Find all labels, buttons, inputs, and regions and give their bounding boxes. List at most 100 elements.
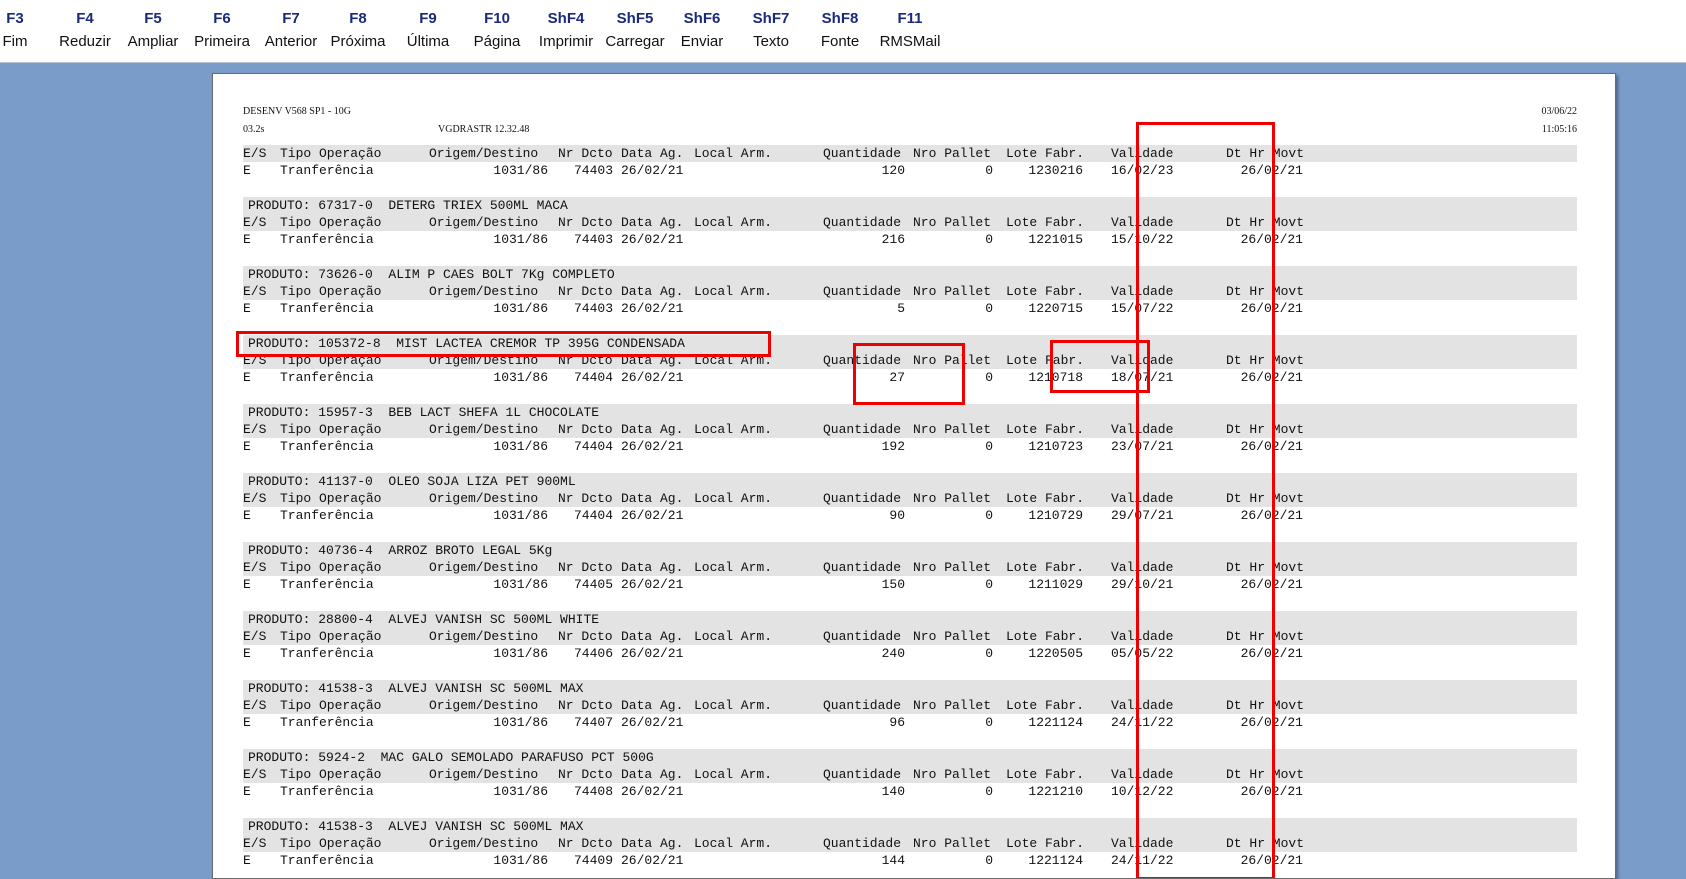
table-row: E Tranferência 1031/86 74405 26/02/21 150 0 121… bbox=[243, 576, 1577, 593]
column-header-row: E/S Tipo Operação Origem/Destino Nr Dcto Dat… bbox=[243, 352, 1577, 369]
col-header-lote: Lote Fabr. bbox=[1006, 422, 1085, 437]
col-header-tipo: Tipo Operação bbox=[280, 422, 382, 437]
col-header-local: Local Arm. bbox=[694, 836, 773, 851]
col-header-pallet: Nro Pallet bbox=[913, 422, 992, 437]
col-header-origem: Origem/Destino bbox=[429, 560, 539, 575]
cell-nrdcto: 74404 bbox=[573, 370, 613, 385]
column-header-row: E/S Tipo Operação Origem/Destino Nr Dcto Dat… bbox=[243, 490, 1577, 507]
cell-validade: 15/10/22 bbox=[1111, 232, 1174, 247]
cell-es: E bbox=[243, 508, 251, 523]
column-header-row: E/S Tipo Operação Origem/Destino Nr Dcto Dat… bbox=[243, 283, 1577, 300]
cell-pallet: 0 bbox=[985, 301, 993, 316]
toolbar-button-label: RMSMail bbox=[879, 33, 941, 50]
toolbar-button-ampliar[interactable]: F5 Ampliar bbox=[122, 8, 184, 58]
col-header-validade: Validade bbox=[1111, 146, 1174, 161]
col-header-nrdcto: Nr Dcto bbox=[558, 560, 613, 575]
toolbar-button-fonte[interactable]: ShF8 Fonte bbox=[810, 8, 870, 58]
column-header-row: E/S Tipo Operação Origem/Destino Nr Dcto Dat… bbox=[243, 421, 1577, 438]
toolbar-key-label: F4 bbox=[76, 10, 94, 27]
product-title-row: PRODUTO: 41538-3 ALVEJ VANISH SC 500ML M… bbox=[243, 818, 1577, 835]
toolbar-key-label: F7 bbox=[282, 10, 300, 27]
toolbar-button-label: Ampliar bbox=[127, 33, 179, 50]
cell-es: E bbox=[243, 439, 251, 454]
cell-tipo: Tranferência bbox=[280, 370, 374, 385]
cell-es: E bbox=[243, 646, 251, 661]
col-header-es: E/S bbox=[243, 146, 267, 161]
col-header-dthr: Dt Hr Movt bbox=[1226, 560, 1305, 575]
toolbar-key-label: ShF4 bbox=[547, 10, 585, 27]
col-header-es: E/S bbox=[243, 215, 267, 230]
col-header-nrdcto: Nr Dcto bbox=[558, 422, 613, 437]
toolbar-button-anterior[interactable]: F7 Anterior bbox=[261, 8, 321, 58]
col-header-tipo: Tipo Operação bbox=[280, 146, 382, 161]
col-header-dthr: Dt Hr Movt bbox=[1226, 629, 1305, 644]
col-header-es: E/S bbox=[243, 629, 267, 644]
col-header-quantidade: Quantidade bbox=[823, 491, 902, 506]
cell-qtd: 140 bbox=[881, 784, 905, 799]
toolbar-key-label: F11 bbox=[897, 10, 923, 27]
cell-pallet: 0 bbox=[985, 853, 993, 868]
col-header-quantidade: Quantidade bbox=[823, 353, 902, 368]
toolbar-button-carregar[interactable]: ShF5 Carregar bbox=[602, 8, 668, 58]
cell-validade: 24/11/22 bbox=[1111, 853, 1174, 868]
product-title: PRODUTO: 73626-0 ALIM P CAES BOLT 7Kg CO… bbox=[248, 267, 615, 282]
col-header-quantidade: Quantidade bbox=[823, 560, 902, 575]
cell-lote: 1220505 bbox=[1028, 646, 1083, 661]
toolbar-button-texto[interactable]: ShF7 Texto bbox=[743, 8, 799, 58]
col-header-dataag: Data Ag. bbox=[621, 698, 684, 713]
toolbar-button-enviar[interactable]: ShF6 Enviar bbox=[672, 8, 732, 58]
toolbar-button-label: Próxima bbox=[330, 33, 386, 50]
toolbar-button-proxima[interactable]: F8 Próxima bbox=[328, 8, 388, 58]
cell-lote: 1230216 bbox=[1028, 163, 1083, 178]
table-row: E Tranferência 1031/86 74404 26/02/21 192 0 121… bbox=[243, 438, 1577, 455]
col-header-pallet: Nro Pallet bbox=[913, 698, 992, 713]
col-header-local: Local Arm. bbox=[694, 422, 773, 437]
column-header-row: E/S Tipo Operação Origem/Destino Nr Dcto Dat… bbox=[243, 835, 1577, 852]
cell-nrdcto: 74406 bbox=[573, 646, 613, 661]
toolbar-key-label: F3 bbox=[6, 10, 24, 27]
cell-lote: 1220715 bbox=[1028, 301, 1083, 316]
col-header-quantidade: Quantidade bbox=[823, 629, 902, 644]
cell-dataag: 26/02/21 bbox=[621, 439, 684, 454]
cell-pallet: 0 bbox=[985, 439, 993, 454]
cell-pallet: 0 bbox=[985, 646, 993, 661]
toolbar-button-fim[interactable]: F3 Fim bbox=[0, 8, 30, 58]
toolbar-button-reduzir[interactable]: F4 Reduzir bbox=[55, 8, 115, 58]
cell-dthr: 26/02/21 bbox=[1240, 853, 1303, 868]
toolbar-button-ultima[interactable]: F9 Última bbox=[402, 8, 454, 58]
cell-dataag: 26/02/21 bbox=[621, 232, 684, 247]
toolbar-button-primeira[interactable]: F6 Primeira bbox=[191, 8, 253, 58]
toolbar-button-imprimir[interactable]: ShF4 Imprimir bbox=[533, 8, 599, 58]
cell-dthr: 26/02/21 bbox=[1240, 508, 1303, 523]
column-header-row: E/S Tipo Operação Origem/Destino Nr Dcto Dat… bbox=[243, 559, 1577, 576]
cell-es: E bbox=[243, 163, 251, 178]
toolbar-button-label: Fonte bbox=[820, 33, 860, 50]
col-header-dthr: Dt Hr Movt bbox=[1226, 146, 1305, 161]
product-title: PRODUTO: 41538-3 ALVEJ VANISH SC 500ML M… bbox=[248, 819, 584, 834]
product-title-row: PRODUTO: 40736-4 ARROZ BROTO LEGAL 5Kg bbox=[243, 542, 1577, 559]
cell-tipo: Tranferência bbox=[280, 646, 374, 661]
toolbar-button-rmsmail[interactable]: F11 RMSMail bbox=[876, 8, 944, 58]
col-header-quantidade: Quantidade bbox=[823, 422, 902, 437]
col-header-pallet: Nro Pallet bbox=[913, 353, 992, 368]
cell-validade: 23/07/21 bbox=[1111, 439, 1174, 454]
cell-qtd: 96 bbox=[889, 715, 905, 730]
cell-pallet: 0 bbox=[985, 715, 993, 730]
cell-nrdcto: 74405 bbox=[573, 577, 613, 592]
cell-validade: 10/12/22 bbox=[1111, 784, 1174, 799]
col-header-es: E/S bbox=[243, 491, 267, 506]
toolbar-button-pagina[interactable]: F10 Página bbox=[467, 8, 527, 58]
col-header-tipo: Tipo Operação bbox=[280, 836, 382, 851]
col-header-dthr: Dt Hr Movt bbox=[1226, 491, 1305, 506]
toolbar-key-label: ShF5 bbox=[616, 10, 654, 27]
cell-nrdcto: 74403 bbox=[573, 232, 613, 247]
col-header-dataag: Data Ag. bbox=[621, 146, 684, 161]
col-header-nrdcto: Nr Dcto bbox=[558, 767, 613, 782]
cell-lote: 1211029 bbox=[1028, 577, 1083, 592]
cell-dataag: 26/02/21 bbox=[621, 715, 684, 730]
col-header-origem: Origem/Destino bbox=[429, 491, 539, 506]
cell-nrdcto: 74403 bbox=[573, 301, 613, 316]
cell-dataag: 26/02/21 bbox=[621, 301, 684, 316]
product-title-row: PRODUTO: 41137-0 OLEO SOJA LIZA PET 900M… bbox=[243, 473, 1577, 490]
col-header-dthr: Dt Hr Movt bbox=[1226, 422, 1305, 437]
